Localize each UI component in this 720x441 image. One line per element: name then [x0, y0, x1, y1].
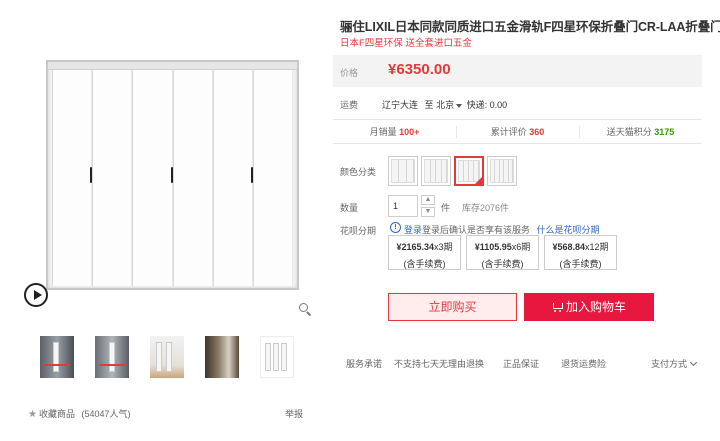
- stat-points: 送天猫积分 3175: [579, 120, 702, 143]
- door-handle: [250, 167, 253, 184]
- installment-option-1[interactable]: ¥2165.34x3期 (含手续费): [388, 235, 461, 270]
- installment-option-3[interactable]: ¥568.84x12期 (含手续费): [544, 235, 617, 270]
- buy-now-button[interactable]: 立即购买: [388, 293, 517, 321]
- stat-reviews[interactable]: 累计评价 360: [456, 120, 579, 143]
- huabei-label: 花呗分期: [340, 226, 377, 236]
- sales-stats: 月销量 100+ 累计评价 360 送天猫积分 3175: [333, 119, 702, 144]
- login-link[interactable]: 登录: [404, 225, 422, 235]
- door-panel: [250, 70, 294, 286]
- color-swatch-2[interactable]: [421, 156, 451, 186]
- price-value: ¥6350.00: [388, 61, 451, 78]
- door-handle: [170, 167, 173, 184]
- shipping-label: 运费: [340, 100, 359, 110]
- add-to-cart-label: 加入购物车: [565, 300, 626, 314]
- chevron-down-icon: [456, 103, 463, 108]
- thumbnail-2[interactable]: [95, 336, 129, 378]
- installment-periods: x6期: [511, 242, 531, 252]
- stat-label: 累计评价: [490, 127, 527, 137]
- stock-count: 库存2076件: [462, 203, 510, 213]
- door-panel: [212, 70, 253, 286]
- installment-amount: ¥2165.34: [396, 242, 435, 252]
- huabei-help-link[interactable]: 什么是花呗分期: [537, 225, 600, 235]
- quantity-label: 数量: [340, 203, 359, 213]
- payment-methods-label: 支付方式: [651, 359, 688, 369]
- color-swatch-3-selected[interactable]: [454, 156, 484, 186]
- thumbnail-5[interactable]: [260, 336, 294, 378]
- payment-methods-dropdown[interactable]: 支付方式: [651, 357, 698, 370]
- folding-door-image: [46, 60, 299, 290]
- shipping-from: 辽宁大连: [382, 100, 419, 110]
- stat-value: 100+: [399, 127, 420, 137]
- color-label: 颜色分类: [340, 167, 377, 177]
- door-panel: [132, 70, 173, 286]
- stat-value: 3175: [654, 127, 675, 137]
- stat-label: 送天猫积分: [606, 127, 652, 137]
- installment-option-2[interactable]: ¥1105.95x6期 (含手续费): [466, 235, 539, 270]
- quantity-unit: 件: [441, 203, 451, 213]
- product-title: 骊住LIXIL日本同款同质进口五金滑轨F四星环保折叠门CR-LAA折叠门: [340, 20, 720, 34]
- installment-fee: (含手续费): [403, 259, 446, 269]
- installment-fee: (含手续费): [559, 259, 602, 269]
- thumbnail-4[interactable]: [205, 336, 239, 378]
- star-icon: ★: [28, 409, 37, 420]
- price-label: 价格: [340, 68, 359, 78]
- price-panel: 价格 ¥6350.00: [333, 55, 702, 87]
- quantity-decrease-button[interactable]: ▼: [421, 207, 435, 217]
- door-rail: [48, 62, 297, 70]
- door-handle: [90, 167, 93, 184]
- play-video-icon[interactable]: [24, 283, 48, 307]
- stat-value: 360: [529, 127, 545, 137]
- thumbnail-strip: [40, 336, 300, 378]
- report-link[interactable]: 举报: [285, 407, 303, 420]
- installment-fee: (含手续费): [481, 259, 524, 269]
- cart-icon: [552, 303, 563, 312]
- add-to-cart-button[interactable]: 加入购物车: [524, 293, 654, 321]
- zoom-icon[interactable]: [299, 303, 312, 316]
- thumbnail-3[interactable]: [150, 336, 184, 378]
- quantity-input[interactable]: [388, 195, 418, 217]
- product-subtitle: 日本F四星环保 送全套进口五金: [340, 38, 472, 49]
- installment-periods: x3期: [434, 242, 453, 252]
- installment-amount: ¥568.84: [552, 242, 586, 252]
- favorite-label: 收藏商品: [38, 409, 75, 419]
- chevron-down-icon: [689, 358, 698, 367]
- shipping-to-prefix: 至: [424, 100, 434, 110]
- quantity-increase-button[interactable]: ▲: [421, 195, 435, 205]
- service-genuine[interactable]: 正品保证: [503, 357, 539, 370]
- favorite-button[interactable]: ★ 收藏商品 (54047人气): [28, 407, 131, 420]
- shipping-destination: 北京: [436, 100, 455, 110]
- installment-periods: x12期: [585, 242, 609, 252]
- popularity-count: (54047人气): [81, 409, 131, 419]
- door-panel: [90, 70, 133, 286]
- huabei-note-text: 登录后确认是否享有该服务: [422, 225, 531, 235]
- door-panel: [170, 70, 213, 286]
- shipping-destination-select[interactable]: 北京: [436, 100, 464, 110]
- door-panel: [52, 70, 93, 286]
- main-product-image[interactable]: [17, 10, 320, 320]
- shipping-info: 辽宁大连 至 北京 快递: 0.00: [382, 98, 507, 111]
- selected-check-icon: [474, 176, 483, 185]
- shipping-express: 快递: 0.00: [466, 100, 508, 110]
- installment-amount: ¥1105.95: [474, 242, 512, 252]
- service-return-insurance[interactable]: 退货运费险: [561, 357, 606, 370]
- service-no-return[interactable]: 不支持七天无理由退换: [394, 357, 484, 370]
- color-swatch-1[interactable]: [388, 156, 418, 186]
- stat-monthly-sales: 月销量 100+: [333, 120, 456, 143]
- thumbnail-1[interactable]: [40, 336, 74, 378]
- info-icon: !: [390, 222, 401, 233]
- stat-label: 月销量: [369, 127, 397, 137]
- color-swatch-4[interactable]: [487, 156, 517, 186]
- service-label: 服务承诺: [346, 359, 383, 369]
